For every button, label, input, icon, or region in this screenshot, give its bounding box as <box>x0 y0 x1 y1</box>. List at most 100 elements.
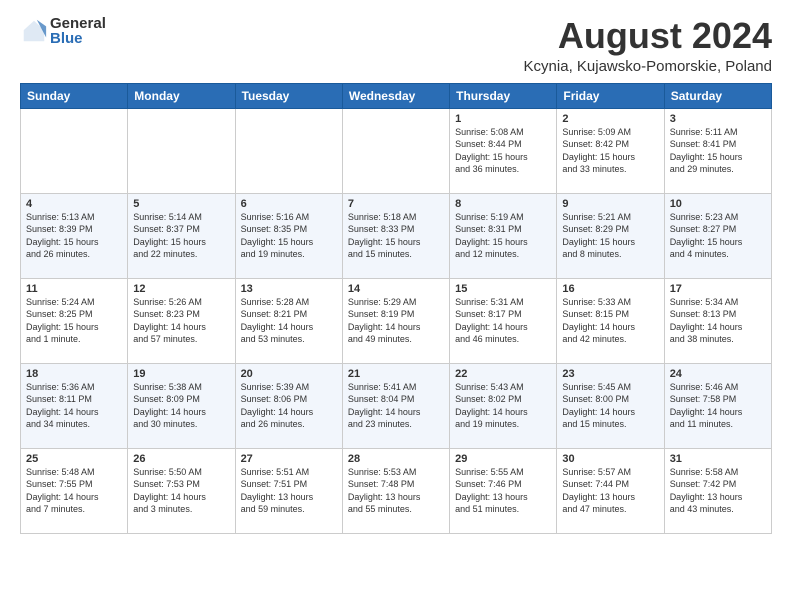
day-number: 20 <box>241 368 337 380</box>
day-number: 29 <box>455 453 551 465</box>
day-number: 24 <box>670 368 766 380</box>
day-number: 19 <box>133 368 229 380</box>
table-row: 6Sunrise: 5:16 AM Sunset: 8:35 PM Daylig… <box>235 193 342 278</box>
day-number: 26 <box>133 453 229 465</box>
table-row: 19Sunrise: 5:38 AM Sunset: 8:09 PM Dayli… <box>128 363 235 448</box>
day-info: Sunrise: 5:29 AM Sunset: 8:19 PM Dayligh… <box>348 296 444 346</box>
day-number: 11 <box>26 283 122 295</box>
day-info: Sunrise: 5:28 AM Sunset: 8:21 PM Dayligh… <box>241 296 337 346</box>
day-info: Sunrise: 5:16 AM Sunset: 8:35 PM Dayligh… <box>241 211 337 261</box>
table-row: 23Sunrise: 5:45 AM Sunset: 8:00 PM Dayli… <box>557 363 664 448</box>
table-row: 28Sunrise: 5:53 AM Sunset: 7:48 PM Dayli… <box>342 448 449 533</box>
day-number: 13 <box>241 283 337 295</box>
table-row: 18Sunrise: 5:36 AM Sunset: 8:11 PM Dayli… <box>21 363 128 448</box>
day-number: 14 <box>348 283 444 295</box>
day-info: Sunrise: 5:53 AM Sunset: 7:48 PM Dayligh… <box>348 466 444 516</box>
table-row: 2Sunrise: 5:09 AM Sunset: 8:42 PM Daylig… <box>557 108 664 193</box>
table-row: 25Sunrise: 5:48 AM Sunset: 7:55 PM Dayli… <box>21 448 128 533</box>
calendar-page: General Blue August 2024 Kcynia, Kujawsk… <box>0 0 792 612</box>
day-number: 3 <box>670 113 766 125</box>
table-row: 13Sunrise: 5:28 AM Sunset: 8:21 PM Dayli… <box>235 278 342 363</box>
logo-text: General Blue <box>50 16 106 46</box>
table-row: 22Sunrise: 5:43 AM Sunset: 8:02 PM Dayli… <box>450 363 557 448</box>
day-number: 9 <box>562 198 658 210</box>
day-info: Sunrise: 5:31 AM Sunset: 8:17 PM Dayligh… <box>455 296 551 346</box>
col-sunday: Sunday <box>21 83 128 108</box>
table-row: 5Sunrise: 5:14 AM Sunset: 8:37 PM Daylig… <box>128 193 235 278</box>
table-row: 27Sunrise: 5:51 AM Sunset: 7:51 PM Dayli… <box>235 448 342 533</box>
day-info: Sunrise: 5:41 AM Sunset: 8:04 PM Dayligh… <box>348 381 444 431</box>
day-number: 5 <box>133 198 229 210</box>
day-number: 17 <box>670 283 766 295</box>
table-row: 31Sunrise: 5:58 AM Sunset: 7:42 PM Dayli… <box>664 448 771 533</box>
day-info: Sunrise: 5:23 AM Sunset: 8:27 PM Dayligh… <box>670 211 766 261</box>
day-number: 28 <box>348 453 444 465</box>
table-row: 10Sunrise: 5:23 AM Sunset: 8:27 PM Dayli… <box>664 193 771 278</box>
day-number: 1 <box>455 113 551 125</box>
table-row: 4Sunrise: 5:13 AM Sunset: 8:39 PM Daylig… <box>21 193 128 278</box>
day-info: Sunrise: 5:58 AM Sunset: 7:42 PM Dayligh… <box>670 466 766 516</box>
logo: General Blue <box>20 16 106 46</box>
col-thursday: Thursday <box>450 83 557 108</box>
table-row: 7Sunrise: 5:18 AM Sunset: 8:33 PM Daylig… <box>342 193 449 278</box>
table-row <box>21 108 128 193</box>
table-row: 17Sunrise: 5:34 AM Sunset: 8:13 PM Dayli… <box>664 278 771 363</box>
day-number: 27 <box>241 453 337 465</box>
col-monday: Monday <box>128 83 235 108</box>
day-number: 30 <box>562 453 658 465</box>
table-row: 16Sunrise: 5:33 AM Sunset: 8:15 PM Dayli… <box>557 278 664 363</box>
day-number: 21 <box>348 368 444 380</box>
header: General Blue August 2024 Kcynia, Kujawsk… <box>20 16 772 75</box>
day-number: 23 <box>562 368 658 380</box>
month-year-title: August 2024 <box>524 16 772 56</box>
logo-general-text: General <box>50 16 106 31</box>
calendar-week-row: 25Sunrise: 5:48 AM Sunset: 7:55 PM Dayli… <box>21 448 772 533</box>
table-row: 26Sunrise: 5:50 AM Sunset: 7:53 PM Dayli… <box>128 448 235 533</box>
day-number: 10 <box>670 198 766 210</box>
day-info: Sunrise: 5:46 AM Sunset: 7:58 PM Dayligh… <box>670 381 766 431</box>
day-info: Sunrise: 5:48 AM Sunset: 7:55 PM Dayligh… <box>26 466 122 516</box>
day-info: Sunrise: 5:51 AM Sunset: 7:51 PM Dayligh… <box>241 466 337 516</box>
table-row: 11Sunrise: 5:24 AM Sunset: 8:25 PM Dayli… <box>21 278 128 363</box>
day-info: Sunrise: 5:34 AM Sunset: 8:13 PM Dayligh… <box>670 296 766 346</box>
col-saturday: Saturday <box>664 83 771 108</box>
day-info: Sunrise: 5:24 AM Sunset: 8:25 PM Dayligh… <box>26 296 122 346</box>
col-tuesday: Tuesday <box>235 83 342 108</box>
calendar-week-row: 4Sunrise: 5:13 AM Sunset: 8:39 PM Daylig… <box>21 193 772 278</box>
table-row <box>342 108 449 193</box>
table-row: 3Sunrise: 5:11 AM Sunset: 8:41 PM Daylig… <box>664 108 771 193</box>
table-row: 21Sunrise: 5:41 AM Sunset: 8:04 PM Dayli… <box>342 363 449 448</box>
day-info: Sunrise: 5:09 AM Sunset: 8:42 PM Dayligh… <box>562 126 658 176</box>
day-info: Sunrise: 5:38 AM Sunset: 8:09 PM Dayligh… <box>133 381 229 431</box>
logo-blue-text: Blue <box>50 31 106 46</box>
day-info: Sunrise: 5:50 AM Sunset: 7:53 PM Dayligh… <box>133 466 229 516</box>
day-info: Sunrise: 5:55 AM Sunset: 7:46 PM Dayligh… <box>455 466 551 516</box>
title-area: August 2024 Kcynia, Kujawsko-Pomorskie, … <box>524 16 772 75</box>
day-info: Sunrise: 5:57 AM Sunset: 7:44 PM Dayligh… <box>562 466 658 516</box>
day-info: Sunrise: 5:43 AM Sunset: 8:02 PM Dayligh… <box>455 381 551 431</box>
day-info: Sunrise: 5:36 AM Sunset: 8:11 PM Dayligh… <box>26 381 122 431</box>
day-info: Sunrise: 5:33 AM Sunset: 8:15 PM Dayligh… <box>562 296 658 346</box>
day-number: 4 <box>26 198 122 210</box>
day-number: 6 <box>241 198 337 210</box>
table-row <box>235 108 342 193</box>
table-row: 1Sunrise: 5:08 AM Sunset: 8:44 PM Daylig… <box>450 108 557 193</box>
col-wednesday: Wednesday <box>342 83 449 108</box>
day-number: 15 <box>455 283 551 295</box>
table-row: 9Sunrise: 5:21 AM Sunset: 8:29 PM Daylig… <box>557 193 664 278</box>
calendar-table: Sunday Monday Tuesday Wednesday Thursday… <box>20 83 772 534</box>
day-number: 12 <box>133 283 229 295</box>
table-row: 20Sunrise: 5:39 AM Sunset: 8:06 PM Dayli… <box>235 363 342 448</box>
table-row: 24Sunrise: 5:46 AM Sunset: 7:58 PM Dayli… <box>664 363 771 448</box>
table-row <box>128 108 235 193</box>
day-info: Sunrise: 5:21 AM Sunset: 8:29 PM Dayligh… <box>562 211 658 261</box>
day-number: 16 <box>562 283 658 295</box>
day-info: Sunrise: 5:45 AM Sunset: 8:00 PM Dayligh… <box>562 381 658 431</box>
day-info: Sunrise: 5:11 AM Sunset: 8:41 PM Dayligh… <box>670 126 766 176</box>
logo-icon <box>20 17 48 45</box>
day-info: Sunrise: 5:08 AM Sunset: 8:44 PM Dayligh… <box>455 126 551 176</box>
table-row: 8Sunrise: 5:19 AM Sunset: 8:31 PM Daylig… <box>450 193 557 278</box>
table-row: 29Sunrise: 5:55 AM Sunset: 7:46 PM Dayli… <box>450 448 557 533</box>
table-row: 14Sunrise: 5:29 AM Sunset: 8:19 PM Dayli… <box>342 278 449 363</box>
table-row: 15Sunrise: 5:31 AM Sunset: 8:17 PM Dayli… <box>450 278 557 363</box>
